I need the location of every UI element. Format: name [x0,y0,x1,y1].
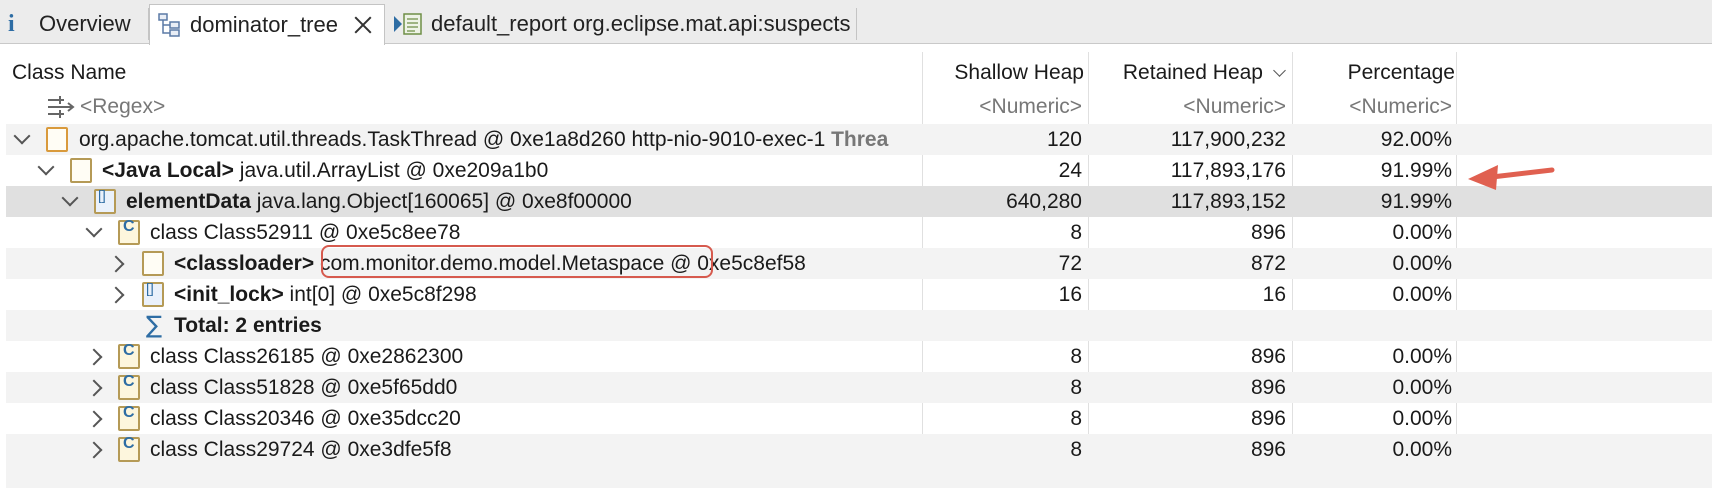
array-icon: [] [142,280,164,307]
thread-icon [46,127,68,152]
retained-heap-value: 896 [1250,407,1286,430]
retained-heap-value: 896 [1250,345,1286,368]
object-label: class Class51828 @ 0xe5f65dd0 [150,376,458,399]
table-row[interactable]: C class Class20346 @ 0xe35dcc20 8 896 0.… [6,403,1712,434]
expand-arrow-icon[interactable] [107,286,125,304]
class-icon: C [118,404,140,431]
percentage-value: 0.00% [1392,407,1452,430]
column-header-retained-heap-label: Retained Heap [1122,61,1263,84]
tab-overview-label: Overview [39,11,131,36]
retained-heap-value: 872 [1250,252,1286,275]
info-icon: i [8,10,15,37]
shallow-heap-value: 72 [1058,252,1082,275]
shallow-heap-value: 8 [1070,438,1082,461]
shallow-heap-value: 120 [1046,128,1082,151]
sum-icon: ∑ [146,311,163,339]
object-label: org.apache.tomcat.util.threads.TaskThrea… [79,128,889,151]
table-row-total: ∑ Total: 2 entries [6,310,1712,341]
percentage-value: 0.00% [1392,438,1452,461]
retained-heap-value: 896 [1250,376,1286,399]
highlight-annotation-box [321,245,713,278]
table-row[interactable]: C class Class26185 @ 0xe2862300 8 896 0.… [6,341,1712,372]
object-icon [70,158,92,183]
shallow-heap-value: 24 [1058,159,1082,182]
percentage-value: 92.00% [1380,128,1452,151]
class-icon: C [118,342,140,369]
object-label: class Class26185 @ 0xe2862300 [150,345,464,368]
shallow-heap-value: 8 [1070,407,1082,430]
retained-heap-value: 117,893,176 [1170,159,1286,182]
table-row-selected[interactable]: [] elementData java.lang.Object[160065] … [6,186,1712,217]
annotation-arrow-icon [1468,165,1555,190]
tab-dominator-tree[interactable]: dominator_tree [149,4,385,45]
table-row[interactable]: <Java Local> java.util.ArrayList @ 0xe20… [6,155,1712,186]
expand-arrow-icon[interactable] [107,255,125,273]
sort-descending-icon [1273,63,1286,77]
table-row[interactable]: C class Class51828 @ 0xe5f65dd0 8 896 0.… [6,372,1712,403]
expand-arrow-icon[interactable] [85,441,103,459]
expand-arrow-icon[interactable] [85,348,103,366]
object-label: class Class20346 @ 0xe35dcc20 [150,407,461,430]
shallow-heap-value: 8 [1070,221,1082,244]
object-label: <init_lock> int[0] @ 0xe5c8f298 [174,283,477,306]
shallow-heap-filter-input[interactable]: <Numeric> [922,91,1082,122]
percentage-value: 0.00% [1392,345,1452,368]
editor-tab-bar: i Overview dominator_tree default_report… [0,0,1712,45]
tab-dominator-tree-label: dominator_tree [190,12,338,37]
object-label: class Class52911 @ 0xe5c8ee78 [150,221,461,244]
object-label: <Java Local> java.util.ArrayList @ 0xe20… [102,159,549,182]
filter-row: <Regex> <Numeric> <Numeric> <Numeric> [6,91,1712,122]
percentage-value: 91.99% [1380,190,1452,213]
retained-heap-filter-input[interactable]: <Numeric> [1088,91,1286,122]
retained-heap-value: 896 [1250,438,1286,461]
close-icon[interactable] [352,14,374,36]
class-icon: C [118,373,140,400]
expand-arrow-icon[interactable] [85,410,103,428]
tab-default-report-label: default_report org.eclipse.mat.api:suspe… [431,11,851,36]
class-icon: C [118,435,140,462]
array-icon: [] [94,187,116,214]
tab-default-report[interactable]: default_report org.eclipse.mat.api:suspe… [393,4,855,44]
retained-heap-value: 896 [1250,221,1286,244]
percentage-value: 0.00% [1392,221,1452,244]
retained-heap-value: 117,900,232 [1170,128,1286,151]
percentage-value: 91.99% [1380,159,1452,182]
collapse-arrow-icon[interactable] [85,220,103,238]
collapse-arrow-icon[interactable] [13,127,31,145]
table-row[interactable]: C class Class52911 @ 0xe5c8ee78 8 896 0.… [6,217,1712,248]
tree-icon [158,13,180,37]
expand-arrow-icon[interactable] [85,379,103,397]
retained-heap-value: 16 [1262,283,1286,306]
filter-icon [46,94,75,119]
shallow-heap-value: 640,280 [1006,190,1082,213]
shallow-heap-value: 8 [1070,376,1082,399]
class-icon: C [118,218,140,245]
table-row[interactable]: org.apache.tomcat.util.threads.TaskThrea… [6,124,1712,155]
percentage-value: 0.00% [1392,252,1452,275]
object-label: class Class29724 @ 0xe3dfe5f8 [150,438,452,461]
shallow-heap-value: 8 [1070,345,1082,368]
collapse-arrow-icon[interactable] [37,158,55,176]
percentage-filter-input[interactable]: <Numeric> [1294,91,1452,122]
table-row[interactable]: <classloader> com.monitor.demo.model.Met… [6,248,1712,279]
collapse-arrow-icon[interactable] [61,189,79,207]
percentage-value: 0.00% [1392,376,1452,399]
table-row[interactable]: [] <init_lock> int[0] @ 0xe5c8f298 16 16… [6,279,1712,310]
total-entries-label: Total: 2 entries [174,314,322,337]
percentage-value: 0.00% [1392,283,1452,306]
classloader-icon [142,251,164,276]
report-icon [393,12,423,36]
table-row[interactable]: C class Class29724 @ 0xe3dfe5f8 8 896 0.… [6,434,1712,488]
shallow-heap-value: 16 [1058,283,1082,306]
object-label: elementData java.lang.Object[160065] @ 0… [126,190,632,213]
tab-divider [856,8,857,40]
retained-heap-value: 117,893,152 [1170,190,1286,213]
tab-overview[interactable]: i Overview [8,4,146,44]
class-name-filter-input[interactable]: <Regex> [80,91,165,122]
